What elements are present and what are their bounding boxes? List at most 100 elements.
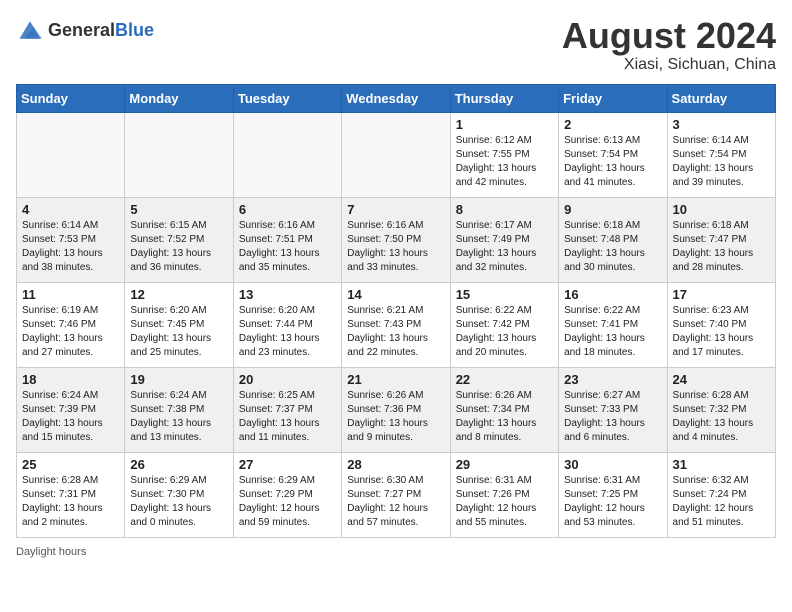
calendar-cell: 10 Sunrise: 6:18 AM Sunset: 7:47 PM Dayli… [667, 197, 775, 282]
day-info: Sunrise: 6:28 AM Sunset: 7:32 PM Dayligh… [673, 389, 770, 445]
logo-general: General [48, 20, 115, 40]
calendar-header-wednesday: Wednesday [342, 84, 450, 112]
calendar-week-row: 18Sunrise: 6:24 AM Sunset: 7:39 PM Dayli… [17, 367, 776, 452]
day-info: Sunrise: 6:29 AM Sunset: 7:30 PM Dayligh… [130, 474, 227, 530]
calendar-cell: 25Sunrise: 6:28 AM Sunset: 7:31 PM Dayli… [17, 452, 125, 537]
calendar-cell: 24Sunrise: 6:28 AM Sunset: 7:32 PM Dayli… [667, 367, 775, 452]
day-info: Sunrise: 6:23 AM Sunset: 7:40 PM Dayligh… [673, 304, 770, 360]
calendar-header-tuesday: Tuesday [233, 84, 341, 112]
calendar-week-row: 25Sunrise: 6:28 AM Sunset: 7:31 PM Dayli… [17, 452, 776, 537]
calendar-cell: 18Sunrise: 6:24 AM Sunset: 7:39 PM Dayli… [17, 367, 125, 452]
calendar-cell: 19 Sunrise: 6:24 AM Sunset: 7:38 PM Dayli… [125, 367, 233, 452]
day-number: 26 [130, 457, 227, 472]
day-info: Sunrise: 6:26 AM Sunset: 7:36 PM Dayligh… [347, 389, 444, 445]
calendar-cell: 5 Sunrise: 6:15 AM Sunset: 7:52 PM Daylig… [125, 197, 233, 282]
day-number: 4 [22, 202, 119, 217]
day-number: 2 [564, 117, 661, 132]
calendar-table: SundayMondayTuesdayWednesdayThursdayFrid… [16, 84, 776, 538]
day-number: 5 [130, 202, 227, 217]
day-info: Sunrise: 6:18 AM Sunset: 7:47 PM Dayligh… [673, 219, 770, 275]
calendar-cell: 20 Sunrise: 6:25 AM Sunset: 7:37 PM Dayli… [233, 367, 341, 452]
day-info: Sunrise: 6:16 AM Sunset: 7:51 PM Dayligh… [239, 219, 336, 275]
subtitle: Xiasi, Sichuan, China [562, 56, 776, 74]
calendar-cell: 15Sunrise: 6:22 AM Sunset: 7:42 PM Dayli… [450, 282, 558, 367]
calendar-cell: 1 Sunrise: 6:12 AM Sunset: 7:55 PM Daylig… [450, 112, 558, 197]
calendar-cell: 9 Sunrise: 6:18 AM Sunset: 7:48 PM Daylig… [559, 197, 667, 282]
calendar-header-friday: Friday [559, 84, 667, 112]
calendar-cell: 8 Sunrise: 6:17 AM Sunset: 7:49 PM Daylig… [450, 197, 558, 282]
calendar-cell: 30Sunrise: 6:31 AM Sunset: 7:25 PM Dayli… [559, 452, 667, 537]
day-number: 27 [239, 457, 336, 472]
calendar-cell [17, 112, 125, 197]
day-info: Sunrise: 6:22 AM Sunset: 7:41 PM Dayligh… [564, 304, 661, 360]
calendar-cell: 22 Sunrise: 6:26 AM Sunset: 7:34 PM Dayli… [450, 367, 558, 452]
calendar-header-row: SundayMondayTuesdayWednesdayThursdayFrid… [17, 84, 776, 112]
calendar-cell: 29 Sunrise: 6:31 AM Sunset: 7:26 PM Dayli… [450, 452, 558, 537]
day-number: 15 [456, 287, 553, 302]
calendar-cell: 4Sunrise: 6:14 AM Sunset: 7:53 PM Daylig… [17, 197, 125, 282]
day-number: 31 [673, 457, 770, 472]
day-number: 28 [347, 457, 444, 472]
day-info: Sunrise: 6:25 AM Sunset: 7:37 PM Dayligh… [239, 389, 336, 445]
day-number: 12 [130, 287, 227, 302]
calendar-cell: 31Sunrise: 6:32 AM Sunset: 7:24 PM Dayli… [667, 452, 775, 537]
calendar-cell [125, 112, 233, 197]
day-info: Sunrise: 6:24 AM Sunset: 7:38 PM Dayligh… [130, 389, 227, 445]
day-number: 25 [22, 457, 119, 472]
day-info: Sunrise: 6:26 AM Sunset: 7:34 PM Dayligh… [456, 389, 553, 445]
calendar-cell: 14Sunrise: 6:21 AM Sunset: 7:43 PM Dayli… [342, 282, 450, 367]
day-number: 6 [239, 202, 336, 217]
day-number: 19 [130, 372, 227, 387]
day-info: Sunrise: 6:16 AM Sunset: 7:50 PM Dayligh… [347, 219, 444, 275]
day-number: 3 [673, 117, 770, 132]
calendar-cell: 6 Sunrise: 6:16 AM Sunset: 7:51 PM Daylig… [233, 197, 341, 282]
day-info: Sunrise: 6:14 AM Sunset: 7:54 PM Dayligh… [673, 134, 770, 190]
calendar-cell: 3 Sunrise: 6:14 AM Sunset: 7:54 PM Daylig… [667, 112, 775, 197]
day-number: 14 [347, 287, 444, 302]
day-number: 30 [564, 457, 661, 472]
day-number: 8 [456, 202, 553, 217]
page-header: GeneralBlue August 2024 Xiasi, Sichuan, … [16, 16, 776, 74]
day-number: 13 [239, 287, 336, 302]
day-info: Sunrise: 6:31 AM Sunset: 7:26 PM Dayligh… [456, 474, 553, 530]
calendar-cell: 7 Sunrise: 6:16 AM Sunset: 7:50 PM Daylig… [342, 197, 450, 282]
day-number: 29 [456, 457, 553, 472]
calendar-cell: 21 Sunrise: 6:26 AM Sunset: 7:36 PM Dayli… [342, 367, 450, 452]
day-number: 10 [673, 202, 770, 217]
day-info: Sunrise: 6:30 AM Sunset: 7:27 PM Dayligh… [347, 474, 444, 530]
calendar-week-row: 1 Sunrise: 6:12 AM Sunset: 7:55 PM Daylig… [17, 112, 776, 197]
calendar-cell: 26 Sunrise: 6:29 AM Sunset: 7:30 PM Dayli… [125, 452, 233, 537]
day-number: 17 [673, 287, 770, 302]
day-info: Sunrise: 6:19 AM Sunset: 7:46 PM Dayligh… [22, 304, 119, 360]
day-info: Sunrise: 6:13 AM Sunset: 7:54 PM Dayligh… [564, 134, 661, 190]
calendar-cell: 11Sunrise: 6:19 AM Sunset: 7:46 PM Dayli… [17, 282, 125, 367]
calendar-cell: 16 Sunrise: 6:22 AM Sunset: 7:41 PM Dayli… [559, 282, 667, 367]
logo-text: GeneralBlue [48, 20, 154, 41]
day-info: Sunrise: 6:17 AM Sunset: 7:49 PM Dayligh… [456, 219, 553, 275]
daylight-hours-label: Daylight hours [16, 546, 86, 558]
calendar-header-saturday: Saturday [667, 84, 775, 112]
calendar-cell [342, 112, 450, 197]
day-info: Sunrise: 6:15 AM Sunset: 7:52 PM Dayligh… [130, 219, 227, 275]
calendar-cell: 2 Sunrise: 6:13 AM Sunset: 7:54 PM Daylig… [559, 112, 667, 197]
day-info: Sunrise: 6:18 AM Sunset: 7:48 PM Dayligh… [564, 219, 661, 275]
day-number: 1 [456, 117, 553, 132]
day-number: 23 [564, 372, 661, 387]
calendar-header-thursday: Thursday [450, 84, 558, 112]
day-number: 7 [347, 202, 444, 217]
main-title: August 2024 [562, 16, 776, 56]
day-number: 20 [239, 372, 336, 387]
day-number: 9 [564, 202, 661, 217]
calendar-week-row: 11Sunrise: 6:19 AM Sunset: 7:46 PM Dayli… [17, 282, 776, 367]
calendar-cell: 23 Sunrise: 6:27 AM Sunset: 7:33 PM Dayli… [559, 367, 667, 452]
day-number: 18 [22, 372, 119, 387]
day-info: Sunrise: 6:12 AM Sunset: 7:55 PM Dayligh… [456, 134, 553, 190]
calendar-cell [233, 112, 341, 197]
calendar-cell: 13Sunrise: 6:20 AM Sunset: 7:44 PM Dayli… [233, 282, 341, 367]
calendar-header-monday: Monday [125, 84, 233, 112]
day-info: Sunrise: 6:27 AM Sunset: 7:33 PM Dayligh… [564, 389, 661, 445]
title-block: August 2024 Xiasi, Sichuan, China [562, 16, 776, 74]
day-number: 21 [347, 372, 444, 387]
day-number: 22 [456, 372, 553, 387]
day-number: 16 [564, 287, 661, 302]
